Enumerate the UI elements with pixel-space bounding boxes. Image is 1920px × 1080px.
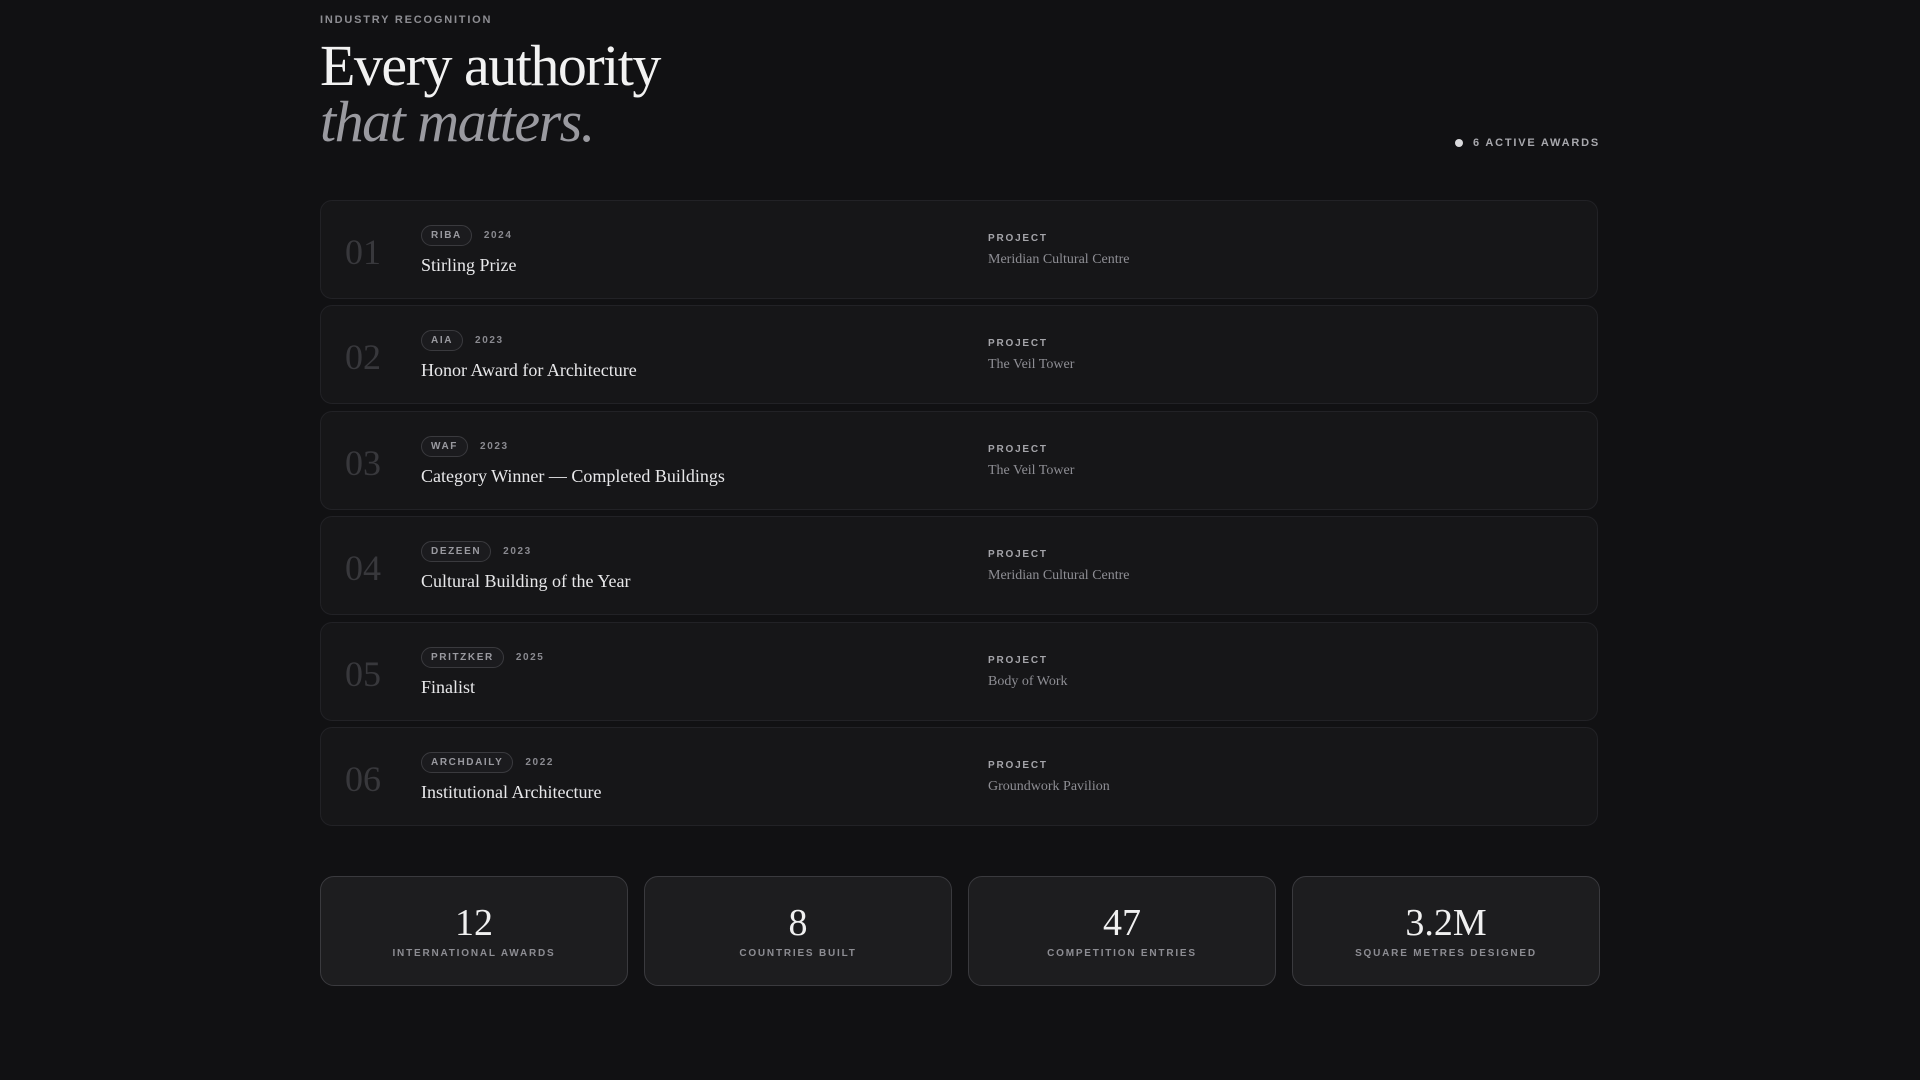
award-row[interactable]: 06 ARCHDAILY 2022 Institutional Architec… <box>320 727 1598 826</box>
award-number: 06 <box>345 759 381 799</box>
project-name: Meridian Cultural Centre <box>988 252 1130 267</box>
award-row[interactable]: 02 AIA 2023 Honor Award for Architecture… <box>320 305 1598 404</box>
stat-value: 8 <box>788 902 808 944</box>
award-year: 2023 <box>480 441 509 452</box>
stat-value: 12 <box>455 902 493 944</box>
stat-label: COMPETITION ENTRIES <box>1047 948 1197 959</box>
award-tags: DEZEEN 2023 <box>421 541 532 562</box>
award-tags: RIBA 2024 <box>421 225 513 246</box>
project-label: PROJECT <box>988 338 1048 349</box>
award-org-badge: RIBA <box>421 225 472 246</box>
award-title: Finalist <box>421 677 476 697</box>
award-tags: PRITZKER 2025 <box>421 647 544 668</box>
project-name: Meridian Cultural Centre <box>988 568 1130 583</box>
award-row[interactable]: 05 PRITZKER 2025 Finalist PROJECT Body o… <box>320 622 1598 721</box>
award-number: 04 <box>345 548 381 588</box>
award-year: 2024 <box>483 230 513 241</box>
stat-card-square-metres: 3.2M SQUARE METRES DESIGNED <box>1292 876 1600 986</box>
award-year: 2023 <box>503 546 532 557</box>
award-row[interactable]: 04 DEZEEN 2023 Cultural Building of the … <box>320 516 1598 615</box>
award-row[interactable]: 01 RIBA 2024 Stirling Prize PROJECT Meri… <box>320 200 1598 299</box>
award-org-badge: AIA <box>421 330 464 351</box>
stat-card-competition-entries: 47 COMPETITION ENTRIES <box>968 876 1276 986</box>
stat-card-international-awards: 12 INTERNATIONAL AWARDS <box>320 876 628 986</box>
stat-value: 47 <box>1103 902 1141 944</box>
award-tags: WAF 2023 <box>421 436 509 457</box>
award-number: 02 <box>345 337 381 377</box>
award-title: Stirling Prize <box>421 255 517 275</box>
project-name: Groundwork Pavilion <box>988 779 1110 794</box>
award-number: 03 <box>345 443 381 483</box>
award-year: 2022 <box>525 757 555 768</box>
project-name: The Veil Tower <box>988 463 1075 478</box>
project-label: PROJECT <box>988 549 1048 560</box>
award-title: Honor Award for Architecture <box>421 360 637 380</box>
award-org-badge: WAF <box>421 436 469 457</box>
award-title: Category Winner — Completed Buildings <box>421 466 725 486</box>
award-org-badge: DEZEEN <box>421 541 492 562</box>
stat-label: SQUARE METRES DESIGNED <box>1355 948 1537 959</box>
project-name: Body of Work <box>988 674 1068 689</box>
stat-card-countries-built: 8 COUNTRIES BUILT <box>644 876 952 986</box>
project-label: PROJECT <box>988 760 1048 771</box>
award-row[interactable]: 03 WAF 2023 Category Winner — Completed … <box>320 411 1598 510</box>
award-tags: AIA 2023 <box>421 330 504 351</box>
stat-label: COUNTRIES BUILT <box>739 948 857 959</box>
active-awards-label: 6 ACTIVE AWARDS <box>1472 137 1600 149</box>
project-label: PROJECT <box>988 233 1048 244</box>
stats-row: 12 INTERNATIONAL AWARDS 8 COUNTRIES BUIL… <box>320 876 1600 986</box>
status-dot-icon <box>1454 139 1463 147</box>
active-awards-indicator: 6 ACTIVE AWARDS <box>1454 137 1600 149</box>
headline-line-2: that matters. <box>320 89 595 154</box>
award-number: 01 <box>345 232 381 272</box>
project-label: PROJECT <box>988 444 1048 455</box>
project-name: The Veil Tower <box>988 357 1075 372</box>
award-org-badge: ARCHDAILY <box>421 752 514 773</box>
award-number: 05 <box>345 654 381 694</box>
section-headline: Every authority that matters. <box>320 33 661 154</box>
award-year: 2025 <box>515 652 545 663</box>
project-label: PROJECT <box>988 655 1048 666</box>
headline-line-1: Every authority <box>320 33 661 98</box>
award-org-badge: PRITZKER <box>421 647 504 668</box>
award-title: Cultural Building of the Year <box>421 571 631 591</box>
section-eyebrow: INDUSTRY RECOGNITION <box>320 14 493 26</box>
stat-label: INTERNATIONAL AWARDS <box>392 948 556 959</box>
award-title: Institutional Architecture <box>421 782 602 802</box>
award-year: 2023 <box>475 335 504 346</box>
award-tags: ARCHDAILY 2022 <box>421 752 554 773</box>
stat-value: 3.2M <box>1405 902 1487 944</box>
